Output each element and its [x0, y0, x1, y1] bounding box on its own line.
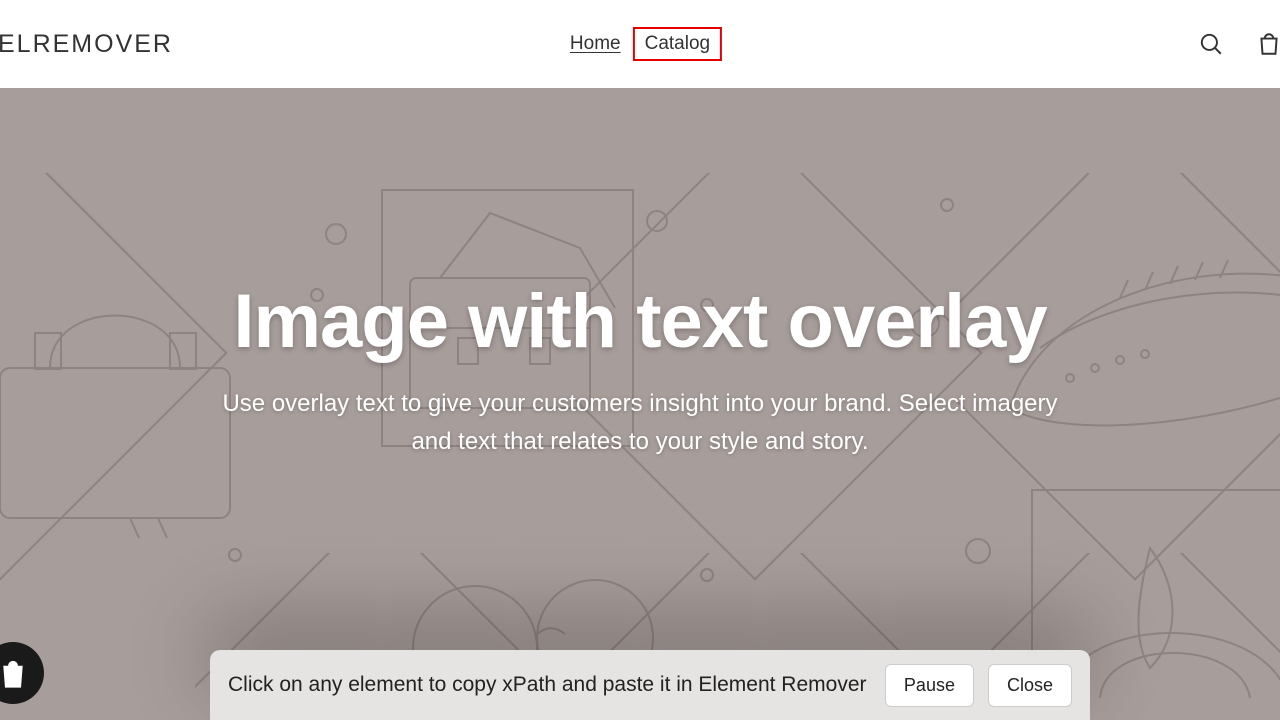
- toolbar-message: Click on any element to copy xPath and p…: [228, 673, 871, 697]
- close-button[interactable]: Close: [988, 664, 1072, 707]
- shopify-bag-icon: [0, 656, 28, 690]
- header-actions: [1192, 25, 1280, 63]
- hero-subtitle: Use overlay text to give your customers …: [200, 385, 1080, 459]
- search-icon: [1198, 31, 1224, 57]
- hero-section: Image with text overlay Use overlay text…: [0, 88, 1280, 720]
- search-button[interactable]: [1192, 25, 1230, 63]
- site-logo: ELREMOVER: [0, 30, 173, 59]
- hero-title: Image with text overlay: [200, 278, 1080, 365]
- pause-button[interactable]: Pause: [885, 664, 974, 707]
- element-remover-toolbar: Click on any element to copy xPath and p…: [210, 650, 1090, 720]
- bag-icon: [1256, 31, 1280, 57]
- main-nav: Home Catalog: [558, 27, 722, 61]
- cart-button[interactable]: [1250, 25, 1280, 63]
- hero-text: Image with text overlay Use overlay text…: [160, 278, 1120, 459]
- site-header: ELREMOVER Home Catalog: [0, 0, 1280, 88]
- nav-home[interactable]: Home: [558, 27, 633, 61]
- nav-catalog[interactable]: Catalog: [633, 27, 723, 61]
